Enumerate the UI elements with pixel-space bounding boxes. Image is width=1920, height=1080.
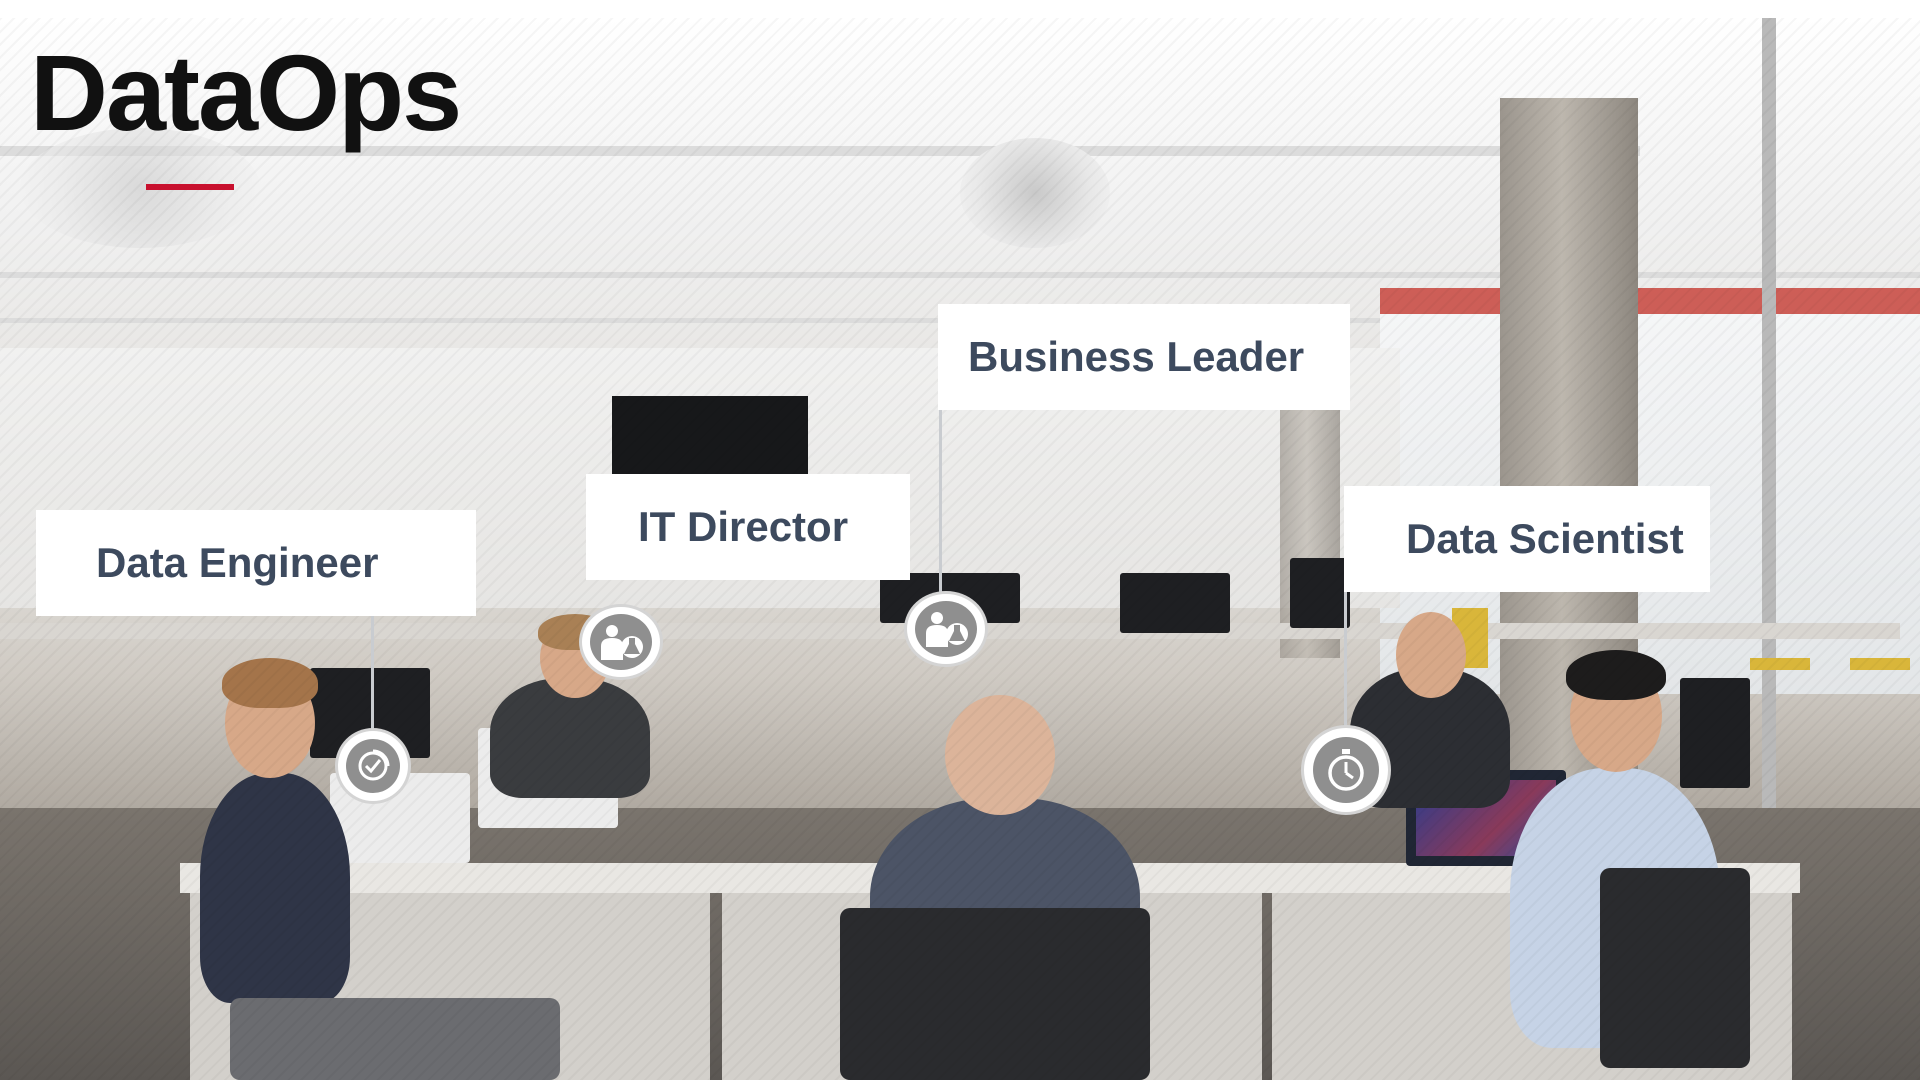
connector-line <box>371 615 374 735</box>
connector-line <box>1344 592 1347 732</box>
person-flask-icon <box>582 607 660 677</box>
stopwatch-icon <box>1304 728 1388 812</box>
role-label-text: Data Scientist <box>1406 515 1684 562</box>
role-label-data-engineer: Data Engineer <box>36 510 476 616</box>
title-accent-bar <box>146 184 234 190</box>
connector-line <box>939 410 942 600</box>
role-label-it-director: IT Director <box>586 474 910 580</box>
clock-check-icon <box>338 731 408 801</box>
slide-title: DataOps <box>30 32 462 153</box>
role-label-data-scientist: Data Scientist <box>1344 486 1710 592</box>
role-label-business-leader: Business Leader <box>938 304 1350 410</box>
role-label-text: Business Leader <box>968 333 1305 380</box>
role-label-text: Data Engineer <box>96 539 379 586</box>
role-label-text: IT Director <box>638 503 849 550</box>
person-flask-icon <box>907 594 985 664</box>
